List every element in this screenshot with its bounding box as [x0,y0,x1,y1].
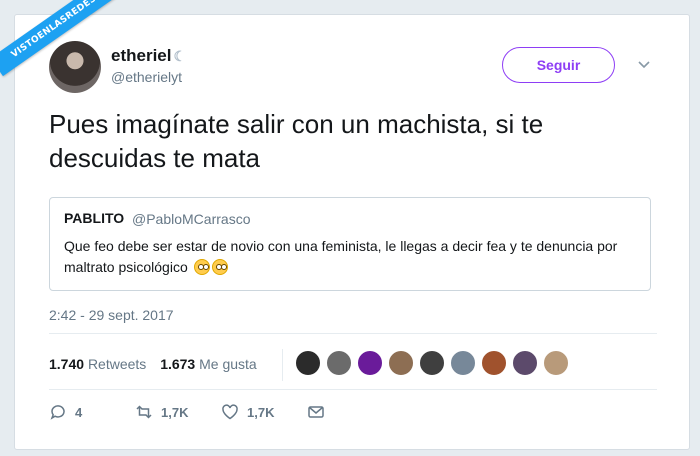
divider [49,333,657,334]
liker-avatar[interactable] [543,350,569,376]
tweet-card: etheriel ☾ @etherielyt Seguir Pues imagín… [14,14,690,450]
eye-roll-emoji-icon [211,259,228,275]
tweet-text: Pues imagínate salir con un machista, si… [49,109,544,173]
like-count: 1,7K [247,404,275,420]
quoted-text-body: Que feo debe ser estar de novio con una … [64,238,618,275]
retweet-count: 1,7K [161,404,189,420]
eye-roll-emoji-icon [193,259,210,275]
follow-button[interactable]: Seguir [502,47,615,83]
likes-count[interactable]: 1.673 [160,356,195,372]
quoted-handle: @PabloMCarrasco [132,211,251,227]
like-button[interactable]: 1,7K [221,403,274,421]
liker-avatar[interactable] [357,350,383,376]
author-avatar[interactable] [49,41,101,93]
direct-message-button[interactable] [307,403,325,421]
retweet-button[interactable]: 1,7K [135,403,188,421]
retweets-count[interactable]: 1.740 [49,356,84,372]
engagement-stats: 1.740 Retweets 1.673 Me gusta [49,356,267,372]
reply-count: 4 [75,404,83,420]
author-handle[interactable]: @etherielyt [111,69,182,85]
reply-button[interactable]: 4 [49,403,82,421]
retweet-icon [136,405,152,419]
reply-icon [50,405,65,420]
quoted-text: Que feo debe ser estar de novio con una … [64,236,640,278]
moon-icon: ☾ [173,48,187,64]
liker-avatar[interactable] [388,350,414,376]
likes-label[interactable]: Me gusta [199,356,257,372]
heart-icon [222,404,238,420]
liker-avatar[interactable] [512,350,538,376]
author-display-name[interactable]: etheriel ☾ [111,46,186,66]
divider [49,389,657,390]
quoted-tweet[interactable]: PABLITO @PabloMCarrasco Que feo debe ser… [49,197,651,291]
stats-separator [282,349,283,381]
tweet-timestamp[interactable]: 2:42 - 29 sept. 2017 [49,307,174,323]
liker-avatar[interactable] [419,350,445,376]
envelope-icon [308,406,324,418]
liker-avatar[interactable] [450,350,476,376]
quoted-display-name: PABLITO [64,210,125,226]
liker-avatar[interactable] [295,350,321,376]
liker-avatar[interactable] [481,350,507,376]
retweets-label[interactable]: Retweets [88,356,146,372]
chevron-down-icon[interactable] [637,57,651,71]
liker-avatar[interactable] [326,350,352,376]
